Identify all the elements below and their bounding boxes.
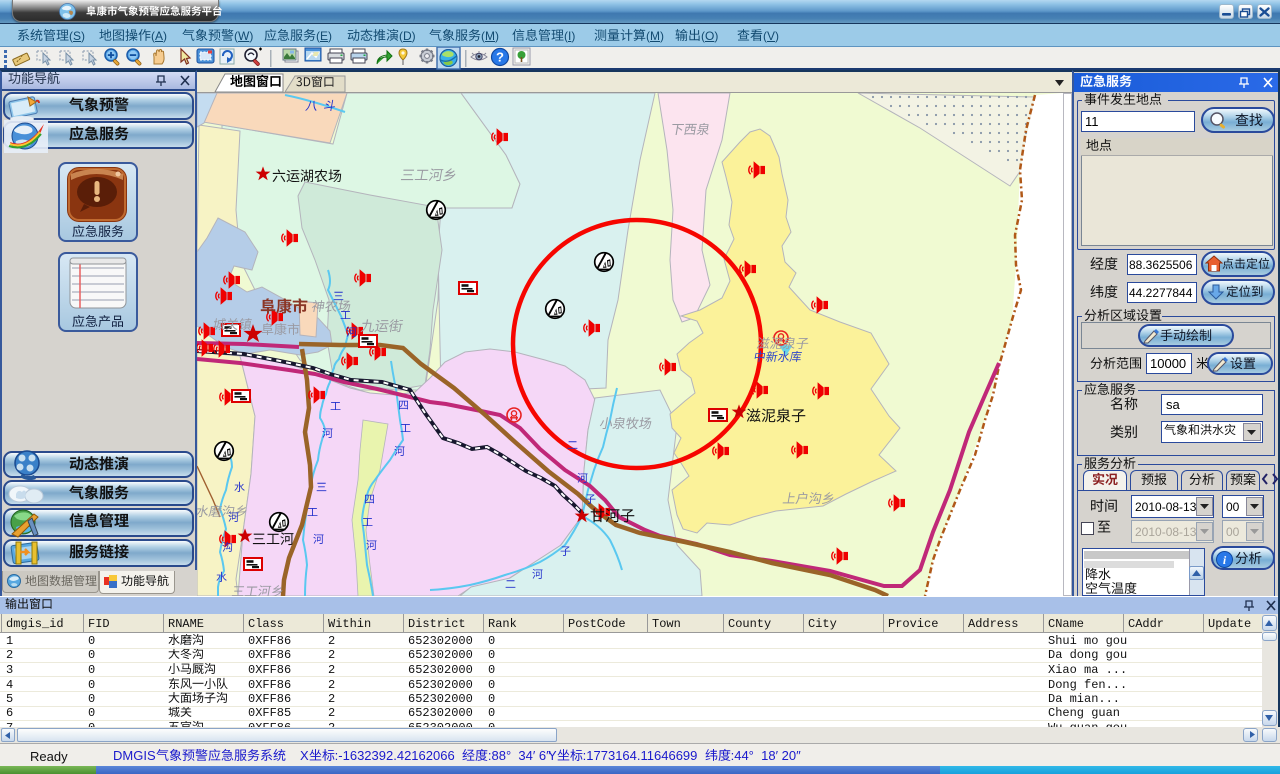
svg-text:?: ? [496, 50, 504, 65]
